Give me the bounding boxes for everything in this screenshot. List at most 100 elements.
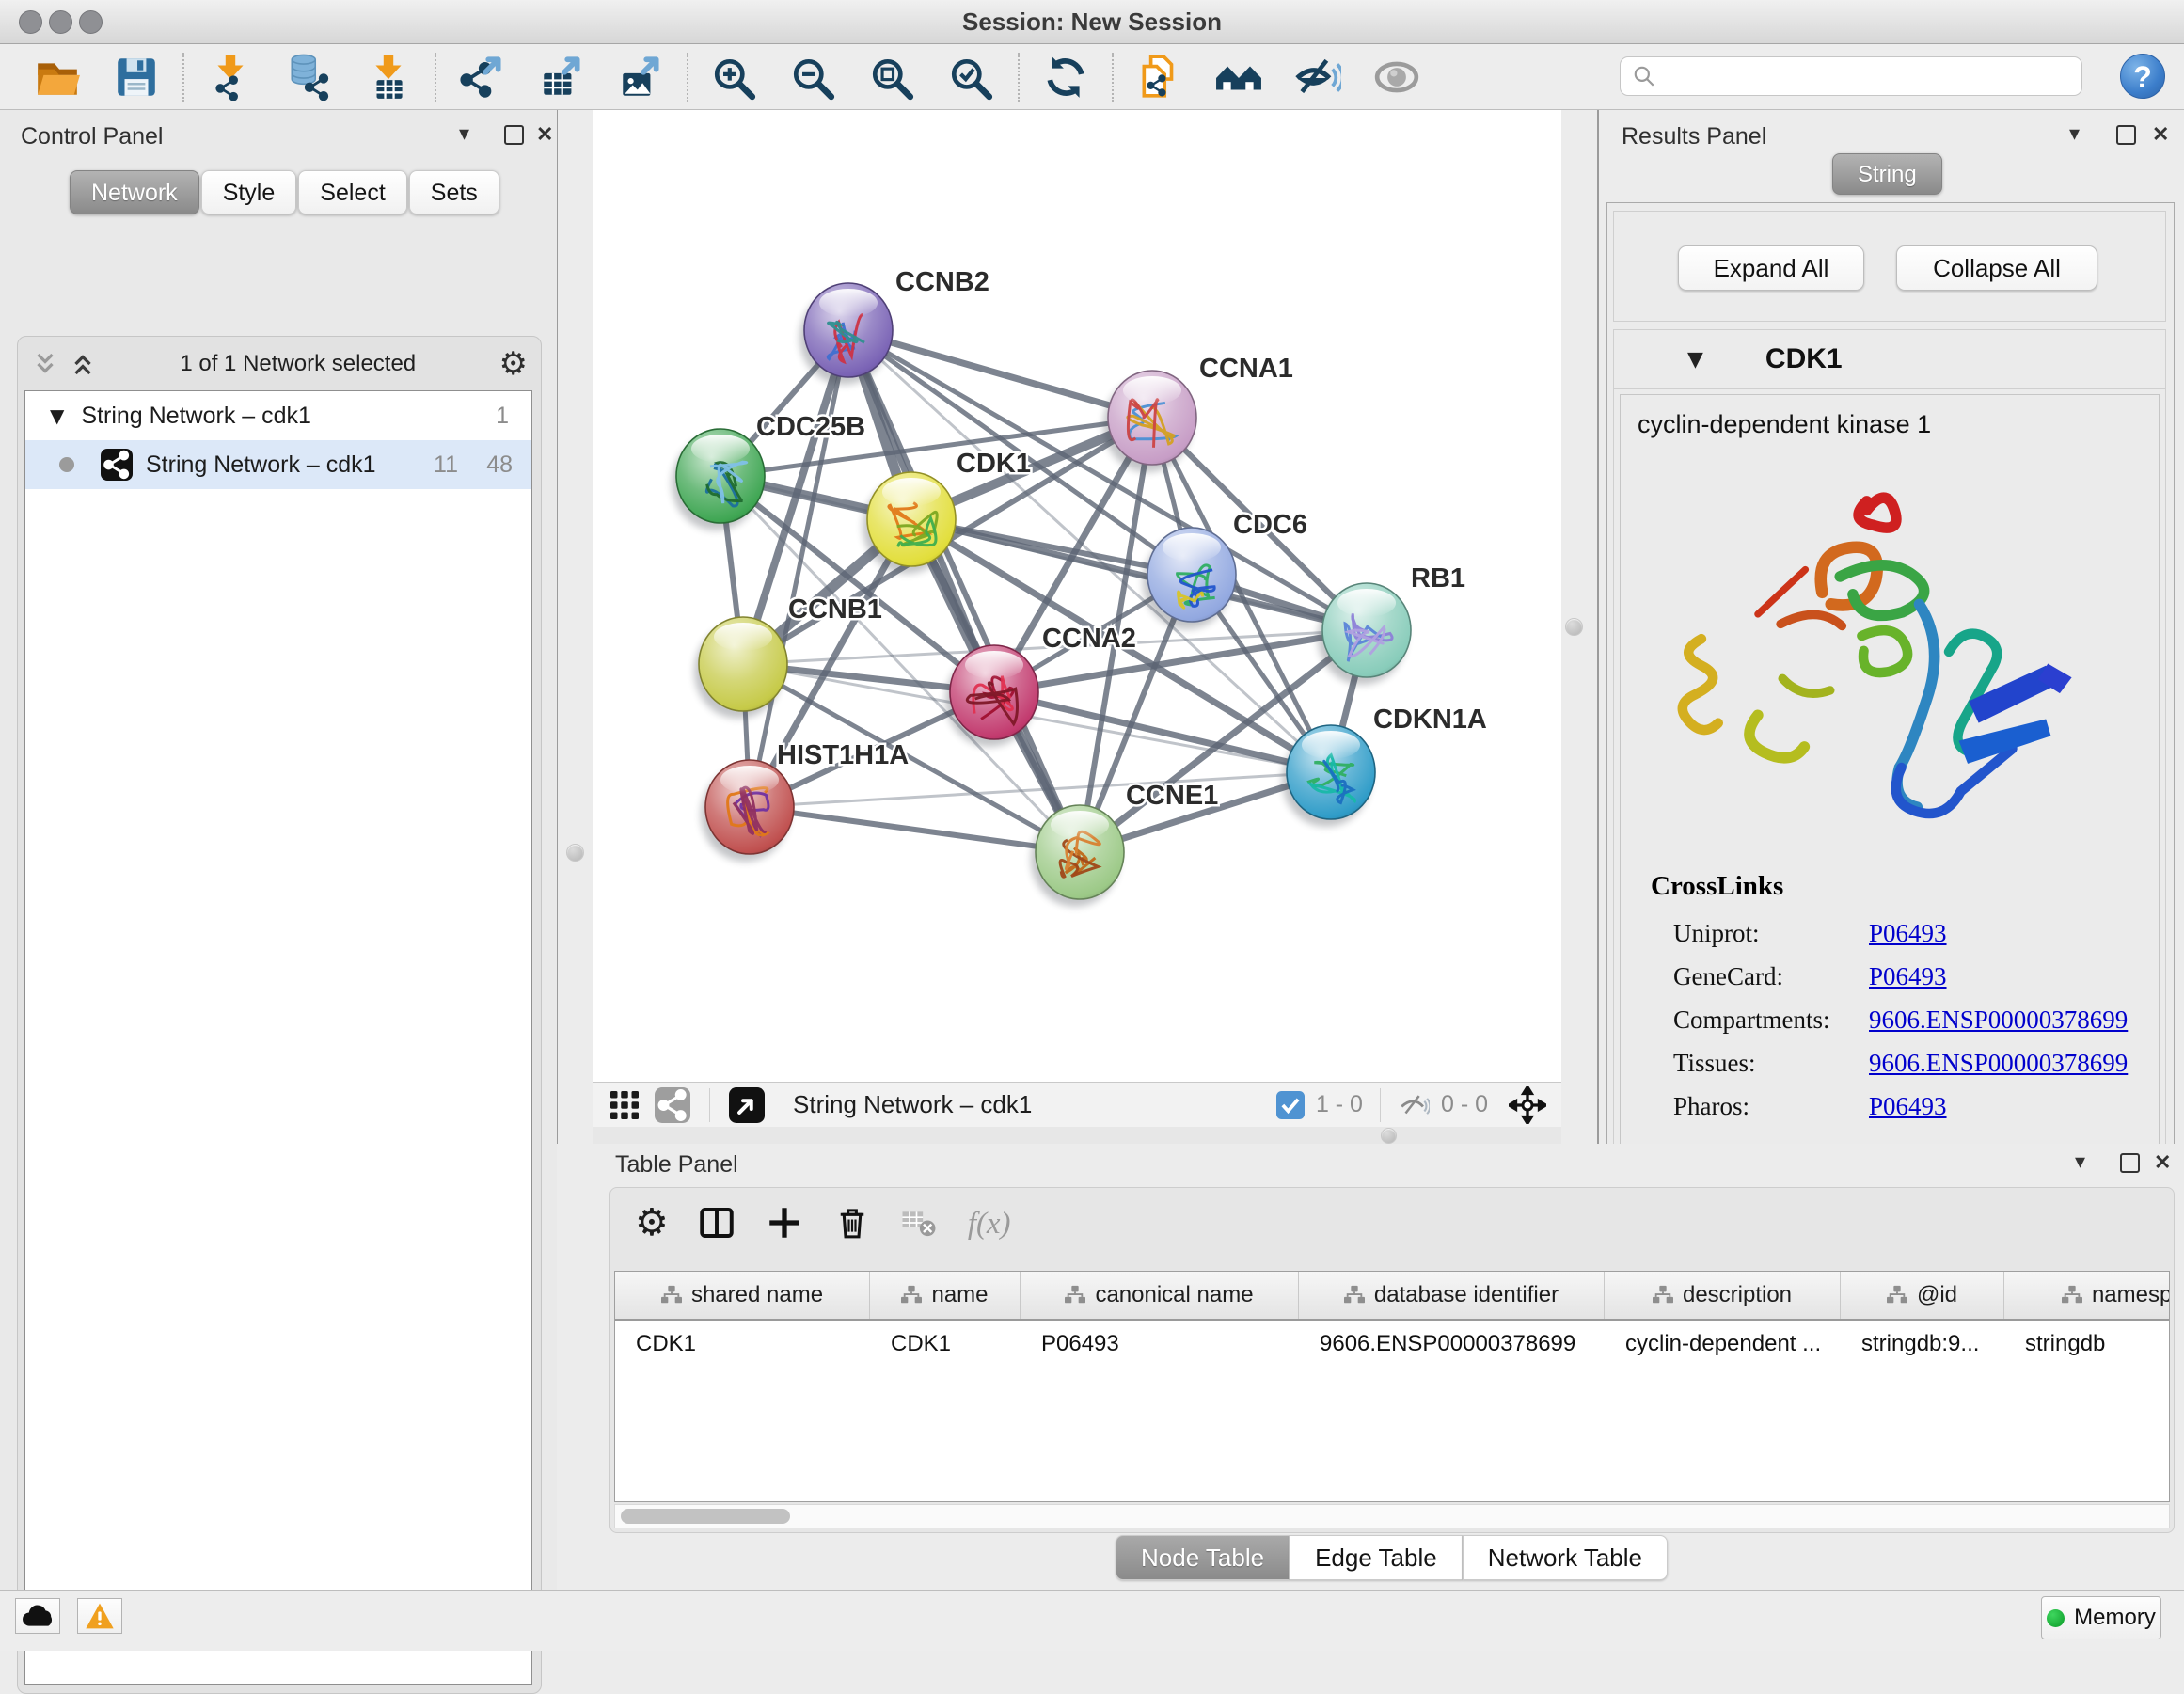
tab-edge-table[interactable]: Edge Table	[1290, 1535, 1463, 1580]
open-file-button[interactable]	[32, 52, 83, 103]
expand-all-icon[interactable]	[69, 350, 97, 378]
network-collection-row[interactable]: ▼ String Network – cdk1 1	[25, 391, 531, 440]
table-hscrollbar[interactable]	[614, 1504, 2170, 1528]
results-tab-string[interactable]: String	[1832, 153, 1942, 195]
table-cell[interactable]: cyclin-dependent ...	[1605, 1321, 1841, 1368]
right-splitter-handle[interactable]	[1565, 618, 1583, 636]
export-image-button[interactable]	[615, 52, 666, 103]
export-table-button[interactable]	[536, 52, 587, 103]
node-label-CDC25B: CDC25B	[756, 412, 865, 442]
birds-eye-icon[interactable]	[1509, 1086, 1546, 1124]
tab-network[interactable]: Network	[70, 170, 199, 214]
hide-selected-button[interactable]	[1292, 52, 1343, 103]
gear-icon[interactable]: ⚙	[499, 345, 528, 383]
edge-HIST1H1A-CCNE1[interactable]	[750, 807, 1080, 852]
horizontal-splitter-handle[interactable]	[1381, 1128, 1397, 1144]
node-CCNA1[interactable]: CCNA1	[1103, 354, 1293, 472]
table-cell[interactable]: 9606.ENSP00000378699	[1299, 1321, 1605, 1368]
tree-expander-icon[interactable]: ▼	[50, 404, 64, 427]
zoom-out-button[interactable]	[788, 52, 839, 103]
export-network-button[interactable]	[457, 52, 508, 103]
section-collapse-icon[interactable]: ▼	[1687, 348, 1703, 372]
maximize-panel-icon[interactable]	[2120, 1153, 2140, 1173]
collapse-all-icon[interactable]	[31, 350, 59, 378]
table-cell[interactable]: CDK1	[870, 1321, 1021, 1368]
first-neighbors-button[interactable]	[1213, 52, 1264, 103]
cloud-button[interactable]	[15, 1598, 60, 1634]
help-button[interactable]: ?	[2120, 54, 2165, 99]
table-hscrollbar-thumb[interactable]	[621, 1509, 790, 1524]
column-header-name[interactable]: name	[870, 1272, 1021, 1319]
tab-style[interactable]: Style	[201, 170, 297, 214]
network-graph[interactable]: CCNB2 CCNA1 CDC25B CDK1	[593, 110, 1561, 1082]
import-table-file-button[interactable]	[363, 52, 414, 103]
crosslink-value-link[interactable]: 9606.ENSP00000378699	[1869, 1005, 2128, 1035]
edge-CCNB2-CCNA1[interactable]	[848, 330, 1152, 418]
network-badge-icon[interactable]	[655, 1087, 690, 1123]
node-CDKN1A[interactable]: CDKN1A	[1282, 705, 1487, 827]
node-CCNB2[interactable]: CCNB2	[799, 267, 989, 385]
node-HIST1H1A[interactable]: HIST1H1A	[701, 740, 909, 862]
hidden-eye-icon[interactable]	[1398, 1089, 1430, 1121]
collapse-all-button[interactable]: Collapse All	[1896, 245, 2097, 291]
crosslink-value-link[interactable]: P06493	[1869, 1092, 1947, 1121]
crosslink-value-link[interactable]: 9606.ENSP00000378699	[1869, 1049, 2128, 1078]
search-input[interactable]	[1664, 62, 2081, 90]
show-all-button[interactable]	[1371, 52, 1422, 103]
open-in-window-icon[interactable]	[729, 1087, 765, 1123]
search-box[interactable]	[1620, 56, 2082, 96]
close-panel-icon[interactable]: ✕	[536, 122, 553, 147]
close-panel-icon[interactable]: ✕	[2154, 1150, 2171, 1175]
import-network-file-button[interactable]	[205, 52, 256, 103]
column-header-canonicalname[interactable]: canonical name	[1021, 1272, 1299, 1319]
column-header-sharedname[interactable]: shared name	[615, 1272, 870, 1319]
node-RB1[interactable]: RB1	[1318, 563, 1465, 685]
tab-network-table[interactable]: Network Table	[1463, 1535, 1668, 1580]
save-session-button[interactable]	[111, 52, 162, 103]
crosslink-value-link[interactable]: P06493	[1869, 962, 1947, 991]
tab-select[interactable]: Select	[298, 170, 406, 214]
import-network-database-icon	[286, 54, 333, 101]
zoom-fit-button[interactable]	[867, 52, 918, 103]
trash-icon[interactable]	[832, 1203, 872, 1243]
table-cell[interactable]: stringdb:9...	[1841, 1321, 2004, 1368]
right-splitter[interactable]	[1561, 110, 1599, 1144]
show-columns-icon[interactable]	[697, 1203, 736, 1243]
table-cell[interactable]: P06493	[1021, 1321, 1299, 1368]
column-header-namespace[interactable]: namespace	[2004, 1272, 2170, 1319]
network-canvas[interactable]: CCNB2 CCNA1 CDC25B CDK1	[593, 110, 1561, 1082]
selected-checkbox-icon[interactable]	[1276, 1091, 1305, 1119]
gene-section-header[interactable]: ▼ CDK1	[1614, 330, 2165, 389]
grid-view-icon[interactable]	[608, 1088, 641, 1122]
table-cell[interactable]: stringdb	[2004, 1321, 2170, 1368]
add-icon[interactable]	[765, 1203, 804, 1243]
column-header-description[interactable]: description	[1605, 1272, 1841, 1319]
left-splitter[interactable]	[557, 110, 593, 1144]
tab-node-table[interactable]: Node Table	[1116, 1535, 1290, 1580]
network-row-selected[interactable]: String Network – cdk1 11 48	[25, 440, 531, 489]
maximize-panel-icon[interactable]	[504, 125, 524, 145]
memory-button[interactable]: Memory	[2041, 1596, 2161, 1639]
float-panel-icon[interactable]: ▾	[2075, 1150, 2085, 1174]
edge-CCNB2-CCNE1[interactable]	[848, 330, 1080, 852]
expand-all-button[interactable]: Expand All	[1678, 245, 1864, 291]
table-cell[interactable]: CDK1	[615, 1321, 870, 1368]
clone-network-button[interactable]	[1134, 52, 1185, 103]
float-panel-icon[interactable]: ▾	[2069, 122, 2080, 146]
column-header-id[interactable]: @id	[1841, 1272, 2004, 1319]
crosslink-value-link[interactable]: P06493	[1869, 919, 1947, 948]
zoom-selected-button[interactable]	[946, 52, 997, 103]
close-panel-icon[interactable]: ✕	[2152, 122, 2169, 147]
network-status-dot	[59, 457, 74, 472]
refresh-network-button[interactable]	[1040, 52, 1091, 103]
column-header-databaseidentifier[interactable]: database identifier	[1299, 1272, 1605, 1319]
zoom-in-button[interactable]	[709, 52, 760, 103]
node-CCNB1[interactable]: CCNB1	[694, 594, 882, 719]
left-splitter-handle[interactable]	[566, 844, 584, 862]
float-panel-icon[interactable]: ▾	[459, 122, 469, 146]
import-network-database-button[interactable]	[284, 52, 335, 103]
maximize-panel-icon[interactable]	[2116, 125, 2136, 145]
warning-button[interactable]	[77, 1598, 122, 1634]
tab-sets[interactable]: Sets	[409, 170, 499, 214]
gear-icon[interactable]: ⚙	[635, 1201, 669, 1244]
